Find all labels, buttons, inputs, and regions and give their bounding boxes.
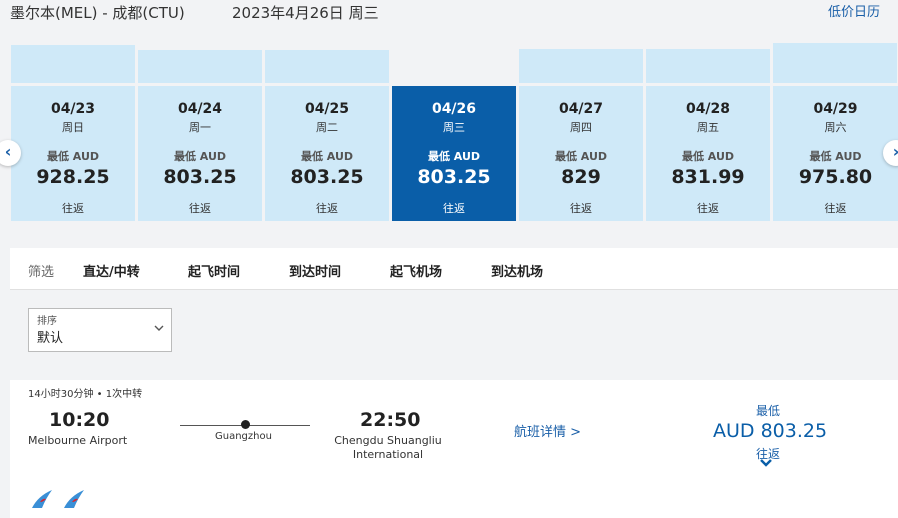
card-price: 829 bbox=[561, 166, 601, 188]
date-card-04-25[interactable]: 04/25 周二最低 AUD 803.25 往返 bbox=[265, 86, 389, 221]
card-date: 04/24 bbox=[177, 101, 223, 117]
flight-duration: 14小时30分钟 • 1次中转 bbox=[28, 389, 143, 400]
price-level-bar bbox=[773, 43, 897, 83]
card-weekday: 周三 bbox=[443, 121, 465, 134]
arrive-time: 22:50 bbox=[360, 409, 421, 431]
card-price-label: 最低 AUD bbox=[681, 150, 735, 163]
card-weekday: 周一 bbox=[189, 121, 211, 134]
price-level-bar bbox=[265, 50, 389, 83]
card-weekday: 周五 bbox=[697, 121, 719, 134]
airline-logo-icon bbox=[60, 488, 88, 510]
card-trip-type: 往返 bbox=[824, 202, 847, 215]
card-date: 04/25 bbox=[304, 101, 350, 117]
price-level-bar bbox=[519, 49, 643, 83]
airline-logo-icon bbox=[28, 488, 56, 510]
price-level-bar bbox=[138, 50, 262, 83]
card-price: 803.25 bbox=[417, 166, 491, 188]
card-weekday: 周日 bbox=[62, 121, 84, 134]
price-level-bar bbox=[11, 45, 135, 83]
card-trip-type: 往返 bbox=[570, 202, 592, 215]
date-card-04-28[interactable]: 04/28 周五最低 AUD 831.99 往返 bbox=[646, 86, 770, 221]
depart-airport: Melbourne Airport bbox=[28, 434, 128, 447]
card-weekday: 周四 bbox=[570, 121, 592, 134]
card-date: 04/26 bbox=[431, 101, 477, 117]
arrive-airport-line1: Chengdu Shuangliu bbox=[334, 434, 442, 447]
flight-result-card[interactable]: 14小时30分钟 • 1次中转 10:20 Melbourne Airport … bbox=[10, 380, 898, 518]
card-date: 04/27 bbox=[558, 101, 604, 117]
card-trip-type: 往返 bbox=[189, 202, 211, 215]
date-card-04-24[interactable]: 04/24 周一最低 AUD 803.25 往返 bbox=[138, 86, 262, 221]
card-price: 803.25 bbox=[163, 166, 237, 188]
chevron-left-icon: ‹ bbox=[4, 142, 12, 161]
filter-bar: 筛选 直达/中转 起飞时间 到达时间 起飞机场 到达机场 bbox=[10, 248, 898, 290]
filter-depart-time[interactable]: 起飞时间 bbox=[188, 261, 240, 280]
card-price: 831.99 bbox=[671, 166, 745, 188]
stopover-dot bbox=[241, 420, 250, 429]
arrive-airport-line2: International bbox=[352, 448, 424, 461]
card-price: 803.25 bbox=[290, 166, 364, 188]
card-price-label: 最低 AUD bbox=[300, 150, 354, 163]
depart-time: 10:20 bbox=[49, 409, 110, 431]
filter-arrive-airport[interactable]: 到达机场 bbox=[491, 261, 543, 280]
filter-label: 筛选 bbox=[28, 265, 55, 280]
search-date: 2023年4月26日 周三 bbox=[232, 4, 379, 22]
card-trip-type: 往返 bbox=[697, 202, 719, 215]
card-trip-type: 往返 bbox=[443, 202, 465, 215]
price-label: 最低 bbox=[756, 404, 781, 418]
filter-stops[interactable]: 直达/中转 bbox=[83, 261, 140, 280]
card-date: 04/29 bbox=[813, 101, 858, 117]
card-price-label: 最低 AUD bbox=[809, 150, 862, 163]
arrive-airport: Chengdu Shuangliu International bbox=[328, 434, 448, 462]
card-price-label: 最低 AUD bbox=[46, 150, 100, 163]
card-price: 928.25 bbox=[36, 166, 110, 188]
card-weekday: 周六 bbox=[824, 121, 847, 134]
price-level-bar bbox=[646, 49, 770, 83]
sort-value: 默认 bbox=[37, 331, 64, 346]
card-price-label: 最低 AUD bbox=[427, 150, 481, 163]
date-card-04-26[interactable]: 04/26 周三最低 AUD 803.25 往返 bbox=[392, 86, 516, 221]
card-price-label: 最低 AUD bbox=[173, 150, 227, 163]
card-trip-type: 往返 bbox=[62, 202, 84, 215]
card-trip-type: 往返 bbox=[316, 202, 338, 215]
flight-price[interactable]: AUD 803.25 bbox=[713, 420, 827, 442]
filter-arrive-time[interactable]: 到达时间 bbox=[289, 261, 341, 280]
sort-label: 排序 bbox=[37, 316, 57, 327]
card-weekday: 周二 bbox=[316, 121, 338, 134]
card-date: 04/28 bbox=[685, 101, 731, 117]
date-card-04-29[interactable]: 04/29 周六最低 AUD 975.80 往返 bbox=[773, 86, 898, 221]
expand-chevron-icon[interactable] bbox=[759, 456, 773, 472]
low-price-calendar-link[interactable]: 低价日历 bbox=[828, 1, 880, 20]
page-header: 墨尔本(MEL) - 成都(CTU) 2023年4月26日 周三 低价日历 bbox=[0, 0, 898, 30]
card-date: 04/23 bbox=[50, 101, 96, 117]
chevron-down-icon bbox=[154, 322, 164, 335]
chevron-right-icon: › bbox=[893, 142, 898, 161]
card-price-label: 最低 AUD bbox=[554, 150, 608, 163]
card-price: 975.80 bbox=[798, 166, 873, 188]
date-card-04-27[interactable]: 04/27 周四最低 AUD 829 往返 bbox=[519, 86, 643, 221]
flight-details-link[interactable]: 航班详情 > bbox=[514, 421, 581, 440]
sort-select[interactable]: 排序 默认 bbox=[28, 308, 172, 352]
route-title: 墨尔本(MEL) - 成都(CTU) bbox=[10, 4, 185, 22]
filter-depart-airport[interactable]: 起飞机场 bbox=[390, 261, 442, 280]
stopover-city: Guangzhou bbox=[215, 431, 272, 442]
date-card-04-23[interactable]: 04/23 周日最低 AUD 928.25 往返 bbox=[11, 86, 135, 221]
